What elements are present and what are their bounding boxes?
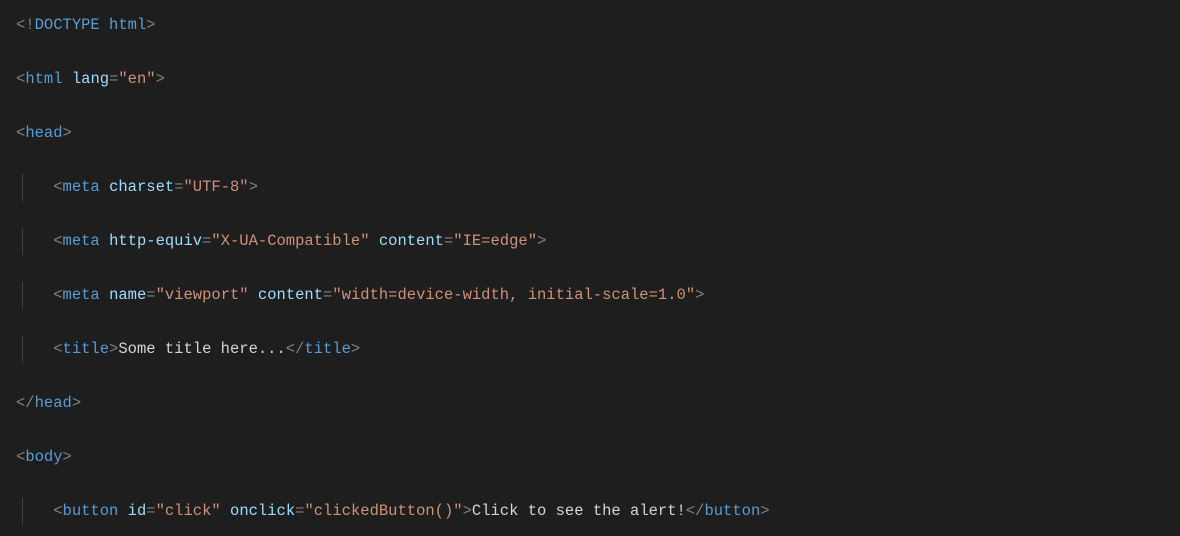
code-line[interactable]: <title>Some title here...</title> [0,336,1180,363]
code-line[interactable]: <button id="click" onclick="clickedButto… [0,498,1180,525]
code-line[interactable]: <meta charset="UTF-8"> [0,174,1180,201]
code-line[interactable]: </head> [0,390,1180,417]
button-text: Click to see the alert! [472,502,686,520]
code-line[interactable]: <html lang="en"> [0,66,1180,93]
code-line[interactable]: <meta http-equiv="X-UA-Compatible" conte… [0,228,1180,255]
code-line[interactable]: <body> [0,444,1180,471]
code-line[interactable]: <meta name="viewport" content="width=dev… [0,282,1180,309]
title-text: Some title here... [118,340,285,358]
code-line[interactable]: <!DOCTYPE html> [0,12,1180,39]
doctype: DOCTYPE [35,16,100,34]
code-line[interactable]: <head> [0,120,1180,147]
code-editor[interactable]: <!DOCTYPE html> <html lang="en"> <head> … [0,0,1180,536]
